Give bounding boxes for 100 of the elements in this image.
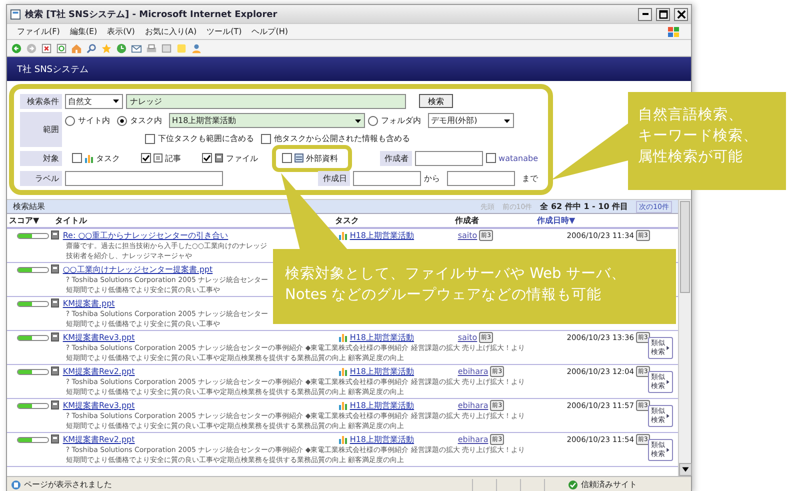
field-label: 作成日 xyxy=(318,170,350,186)
history-icon[interactable] xyxy=(116,42,127,54)
caret-icon xyxy=(666,412,670,418)
maximize-button[interactable] xyxy=(656,8,670,20)
radio-label: フォルダ内 xyxy=(381,115,421,126)
result-title-link[interactable]: KM提案書Rev3.ppt xyxy=(62,400,135,410)
maximize-icon xyxy=(658,10,668,18)
checkbox[interactable] xyxy=(145,134,155,144)
mail-icon[interactable] xyxy=(131,42,142,54)
checkbox[interactable] xyxy=(72,153,82,163)
scrollbar-thumb[interactable] xyxy=(680,201,690,293)
range-label: から xyxy=(424,172,440,184)
result-title-link[interactable]: KM提案書Rev2.ppt xyxy=(62,366,135,376)
menu-item[interactable]: 編集(E) xyxy=(70,26,98,37)
result-title-link[interactable]: KM提案書Rev2.ppt xyxy=(62,434,135,444)
checkbox[interactable] xyxy=(486,153,496,163)
range-label: まで xyxy=(522,172,538,184)
chart-icon xyxy=(338,230,348,240)
author-link[interactable]: ebihara xyxy=(458,400,488,410)
stop-icon[interactable] xyxy=(41,42,52,54)
date-to-field[interactable] xyxy=(447,170,515,186)
document-icon xyxy=(50,264,60,274)
menu-item[interactable]: ファイル(F) xyxy=(17,26,60,37)
document-icon xyxy=(50,230,60,240)
author-link[interactable]: ebihara xyxy=(458,434,488,444)
checkbox-label: 他タスクから公開された情報も含める xyxy=(274,133,410,144)
checkbox-label: 下位タスクも範囲に含める xyxy=(158,133,254,144)
mode-dropdown[interactable]: 自然文 xyxy=(65,94,123,108)
print-icon[interactable] xyxy=(146,42,157,54)
caret-icon xyxy=(666,378,670,384)
column-header[interactable]: 作成者 xyxy=(455,215,537,226)
date-from-field[interactable] xyxy=(353,170,421,186)
field-label: ラベル xyxy=(20,170,62,186)
scrollbar[interactable] xyxy=(678,200,691,476)
result-title-link[interactable]: KM提案書Rev3.ppt xyxy=(62,332,135,342)
radio-button[interactable] xyxy=(368,116,378,126)
star-icon[interactable] xyxy=(101,42,112,54)
checkbox[interactable] xyxy=(261,134,271,144)
task-link[interactable]: H18上期営業活動 xyxy=(350,230,414,240)
column-header[interactable]: タイトル xyxy=(55,215,335,226)
result-count: 全 62 件中 1 - 10 件目 xyxy=(540,201,628,212)
menu-item[interactable]: ツール(T) xyxy=(206,26,242,37)
search-button[interactable]: 検索 xyxy=(419,94,453,108)
author-link[interactable]: saito xyxy=(458,230,478,240)
radio-label: サイト内 xyxy=(78,115,110,126)
page-icon xyxy=(10,8,21,20)
home-icon[interactable] xyxy=(71,42,82,54)
radio-button[interactable] xyxy=(117,116,127,126)
windows-logo-icon xyxy=(667,26,681,38)
field-label: 検索条件 xyxy=(20,94,62,108)
document-icon xyxy=(153,153,163,163)
people-icon[interactable] xyxy=(191,42,202,54)
results-title: 検索結果 xyxy=(13,201,45,212)
caret-icon xyxy=(666,446,670,452)
checkbox-label: ファイル xyxy=(226,152,258,164)
checkbox-label: watanabe xyxy=(498,154,538,162)
checkbox[interactable] xyxy=(282,153,292,163)
task-link[interactable]: H18上期営業活動 xyxy=(350,366,414,376)
caret-icon xyxy=(666,344,670,350)
security-zone: 信頼済みサイト xyxy=(581,479,637,490)
file-icon xyxy=(214,153,224,163)
window-title: 検索 [T社 SNSシステム] - Microsoft Internet Explorer xyxy=(25,8,278,20)
checkbox[interactable] xyxy=(202,153,212,163)
menu-item[interactable]: 表示(V) xyxy=(107,26,135,37)
close-button[interactable] xyxy=(674,8,688,20)
scope-dropdown[interactable]: H18上期営業活動 xyxy=(169,113,365,128)
label-field[interactable] xyxy=(65,170,223,186)
field-label: 作成者 xyxy=(380,150,412,166)
refresh-icon[interactable] xyxy=(56,42,67,54)
column-header[interactable]: タスク xyxy=(335,215,455,226)
chart-icon xyxy=(338,366,348,376)
chart-icon xyxy=(338,434,348,444)
document-icon xyxy=(50,434,60,444)
radio-label: タスク内 xyxy=(130,115,162,126)
search-field[interactable]: ナレッジ xyxy=(126,94,406,108)
column-header[interactable]: スコア▼ xyxy=(9,215,55,226)
result-title-link[interactable]: KM提案書.ppt xyxy=(62,298,115,308)
checkbox-label: 記事 xyxy=(165,152,181,164)
author-link[interactable]: saito xyxy=(458,332,478,342)
search-icon[interactable] xyxy=(86,42,97,54)
task-link[interactable]: H18上期営業活動 xyxy=(350,332,414,342)
document-icon xyxy=(50,332,60,342)
checkbox[interactable] xyxy=(141,153,151,163)
result-title-link[interactable]: Re: ○○重工からナレッジセンターの引き合い xyxy=(62,230,228,240)
result-title-link[interactable]: ○○工業向けナレッジセンター提案書.ppt xyxy=(62,264,213,274)
minimize-button[interactable] xyxy=(638,8,652,20)
dropdown-arrow-icon xyxy=(112,97,120,105)
task-link[interactable]: H18上期営業活動 xyxy=(350,434,414,444)
radio-button[interactable] xyxy=(65,116,75,126)
dropdown-arrow-icon xyxy=(354,116,362,124)
task-link[interactable]: H18上期営業活動 xyxy=(350,400,414,410)
author-link[interactable]: ebihara xyxy=(458,366,488,376)
menu-item[interactable]: ヘルプ(H) xyxy=(252,26,288,37)
dropdown-arrow-icon xyxy=(503,116,511,124)
back-icon[interactable] xyxy=(11,42,22,54)
author-field[interactable] xyxy=(414,150,483,166)
scope-dropdown[interactable]: デモ用(外部) xyxy=(428,113,514,128)
checkbox-label: タスク xyxy=(96,152,120,164)
column-header[interactable]: 作成日時▼ xyxy=(537,215,647,226)
menu-item[interactable]: お気に入り(A) xyxy=(144,26,197,37)
